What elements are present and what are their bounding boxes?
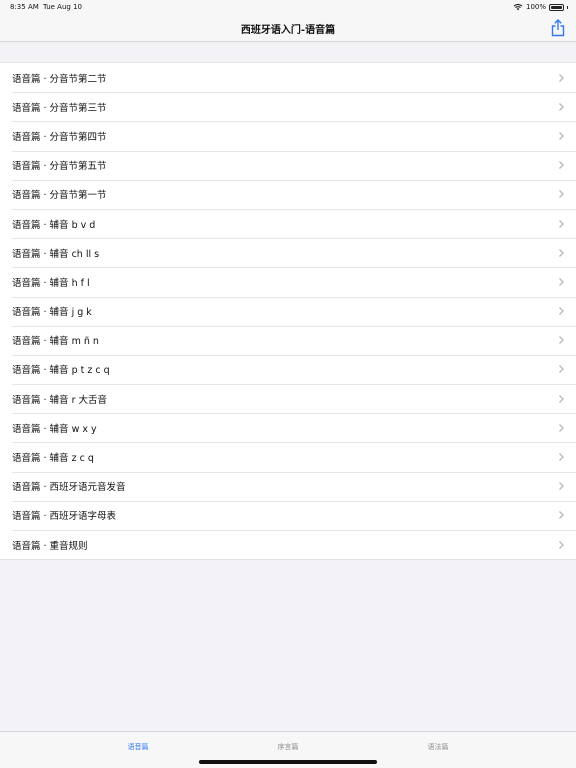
chevron-right-icon <box>559 190 564 199</box>
list-item[interactable]: 语音篇 · 辅音 ch ll s <box>0 238 576 267</box>
chevron-right-icon <box>559 102 564 111</box>
list-item[interactable]: 语音篇 · 西班牙语元音发音 <box>0 471 576 501</box>
list-item-label: 语音篇 · 辅音 r 大舌音 <box>12 394 108 406</box>
wifi-icon <box>513 4 523 11</box>
page-title: 西班牙语入门-语音篇 <box>240 25 336 36</box>
battery-percent: 100% <box>525 3 546 11</box>
list-item[interactable]: 语音篇 · 辅音 m ñ n <box>0 325 576 355</box>
list-item-label: 语音篇 · 辅音 ch ll s <box>12 248 100 260</box>
chevron-right-icon <box>559 365 564 374</box>
chevron-right-icon <box>559 453 564 461</box>
list-item[interactable]: 语音篇 · 西班牙语字母表 <box>0 500 576 530</box>
chevron-right-icon <box>559 277 564 286</box>
chevron-right-icon <box>559 307 564 316</box>
tab-pronunciation[interactable]: 语音篇 <box>108 742 168 752</box>
list-item-label: 语音篇 · 分音节第一节 <box>12 190 107 202</box>
list-item[interactable]: 语音篇 · 分音节第二节 <box>0 63 576 92</box>
chevron-right-icon <box>559 336 564 345</box>
list-item[interactable]: 语音篇 · 重音规则 <box>0 530 576 559</box>
list-item[interactable]: 语音篇 · 辅音 j g k <box>0 296 576 326</box>
lesson-list: 语音篇 · 分音节第二节 语音篇 · 分音节第三节 语音篇 · 分音节第四节 语音篇 … <box>0 62 576 561</box>
chevron-right-icon <box>559 423 564 432</box>
list-item-label: 语音篇 · 西班牙语字母表 <box>12 511 117 523</box>
list-item[interactable]: 语音篇 · 辅音 p t z c q <box>0 354 576 384</box>
battery-icon <box>549 3 564 11</box>
list-item[interactable]: 语音篇 · 辅音 h f l <box>0 267 576 296</box>
list-item[interactable]: 语音篇 · 辅音 r 大舌音 <box>0 384 576 413</box>
list-item[interactable]: 语音篇 · 分音节第一节 <box>0 179 576 209</box>
tab-preface[interactable]: 序言篇 <box>258 742 318 752</box>
list-item-label: 语音篇 · 分音节第三节 <box>12 102 107 114</box>
list-item[interactable]: 语音篇 · 辅音 w x y <box>0 413 576 442</box>
chevron-right-icon <box>559 482 564 491</box>
list-item-label: 语音篇 · 分音节第二节 <box>12 73 107 85</box>
status-time: 8:35 AM <box>10 3 39 11</box>
chevron-right-icon <box>559 161 564 170</box>
battery-tip <box>567 5 568 9</box>
chevron-right-icon <box>559 511 564 520</box>
chevron-right-icon <box>559 73 564 82</box>
list-item-label: 语音篇 · 辅音 j g k <box>12 307 92 319</box>
list-item[interactable]: 语音篇 · 分音节第三节 <box>0 92 576 121</box>
list-item-label: 语音篇 · 辅音 m ñ n <box>12 336 99 348</box>
status-right: 100% <box>513 0 568 14</box>
chevron-right-icon <box>559 540 564 549</box>
tab-grammar[interactable]: 语法篇 <box>408 742 468 752</box>
share-icon[interactable] <box>550 19 566 37</box>
chevron-right-icon <box>559 219 564 228</box>
list-item-label: 语音篇 · 辅音 h f l <box>12 277 90 289</box>
list-item-label: 语音篇 · 重音规则 <box>12 540 88 552</box>
chevron-right-icon <box>559 132 564 140</box>
list-item-label: 语音篇 · 辅音 z c q <box>12 453 94 465</box>
list-item-label: 语音篇 · 辅音 w x y <box>12 423 97 435</box>
list-item[interactable]: 语音篇 · 分音节第五节 <box>0 150 576 180</box>
status-date: Tue Aug 10 <box>43 3 82 11</box>
chevron-right-icon <box>559 248 564 257</box>
list-item-label: 语音篇 · 分音节第四节 <box>12 131 107 143</box>
list-item-label: 语音篇 · 分音节第五节 <box>12 161 107 173</box>
list-item[interactable]: 语音篇 · 辅音 b v d <box>0 208 576 238</box>
chevron-right-icon <box>559 394 564 403</box>
list-item-label: 语音篇 · 辅音 p t z c q <box>12 365 110 377</box>
list-item-label: 语音篇 · 辅音 b v d <box>12 219 96 231</box>
status-bar: 8:35 AM Tue Aug 10 100% <box>0 0 576 14</box>
navigation-bar: 西班牙语入门-语音篇 <box>0 14 576 42</box>
list-item[interactable]: 语音篇 · 辅音 z c q <box>0 442 576 471</box>
list-item-label: 语音篇 · 西班牙语元音发音 <box>12 482 126 494</box>
home-indicator <box>199 760 377 764</box>
list-item[interactable]: 语音篇 · 分音节第四节 <box>0 121 576 150</box>
